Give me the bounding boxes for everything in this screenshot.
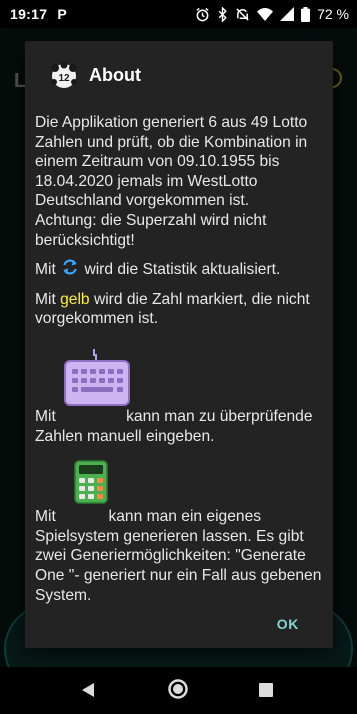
mute-icon xyxy=(236,7,249,21)
yellow-info-prefix: Mit xyxy=(35,290,61,308)
home-icon[interactable] xyxy=(167,678,189,705)
superzahl-note: Achtung: die Superzahl wird nicht berück… xyxy=(35,211,267,249)
status-icons: 72 % xyxy=(195,6,349,22)
keyboard-info-prefix: Mit xyxy=(35,407,56,425)
refresh-icon xyxy=(60,257,80,283)
alarm-icon xyxy=(196,7,209,21)
calculator-icon xyxy=(74,460,108,510)
refresh-info-suffix: wird die Statistik aktualisiert. xyxy=(80,261,281,279)
bluetooth-icon xyxy=(218,6,227,22)
calculator-info: Mit kann man ein eigenes Spielsystem gen… xyxy=(35,460,325,605)
intro-paragraph: Die Applikation generiert 6 aus 49 Lotto… xyxy=(35,114,308,210)
dialog-title: About xyxy=(89,64,141,85)
keyboard-info: Mit kann man zu überprüfende Zahlen manu… xyxy=(35,348,325,446)
calculator-info-suffix: kann man ein eigenes Spielsystem generie… xyxy=(35,508,322,604)
wifi-icon xyxy=(257,8,274,21)
lotto-ball-icon: 12 xyxy=(49,60,79,90)
ok-button[interactable]: OK xyxy=(277,616,299,632)
recent-apps-icon[interactable] xyxy=(259,683,273,702)
about-dialog: 12 About Die Applikation generiert 6 aus… xyxy=(25,41,333,648)
navigation-bar xyxy=(0,667,357,714)
battery-percent: 72 % xyxy=(317,6,349,22)
yellow-word: gelb xyxy=(60,290,90,308)
status-bar: 19:17 P 72 % xyxy=(0,0,357,28)
parking-notification-icon: P xyxy=(57,6,67,22)
app-icon-number: 12 xyxy=(58,73,70,84)
dialog-header: 12 About xyxy=(49,59,141,91)
signal-icon xyxy=(280,7,295,21)
refresh-info: Mit wird die Statistik aktualisiert. xyxy=(35,257,325,283)
battery-icon xyxy=(301,6,311,22)
yellow-info: Mit gelb wird die Zahl markiert, die nic… xyxy=(35,290,325,329)
dialog-body: Die Applikation generiert 6 aus 49 Lotto… xyxy=(35,113,325,605)
calculator-info-prefix: Mit xyxy=(35,508,61,526)
back-icon[interactable] xyxy=(80,682,96,703)
refresh-info-prefix: Mit xyxy=(35,261,61,279)
status-time: 19:17 xyxy=(10,6,48,22)
keyboard-icon xyxy=(64,348,130,417)
